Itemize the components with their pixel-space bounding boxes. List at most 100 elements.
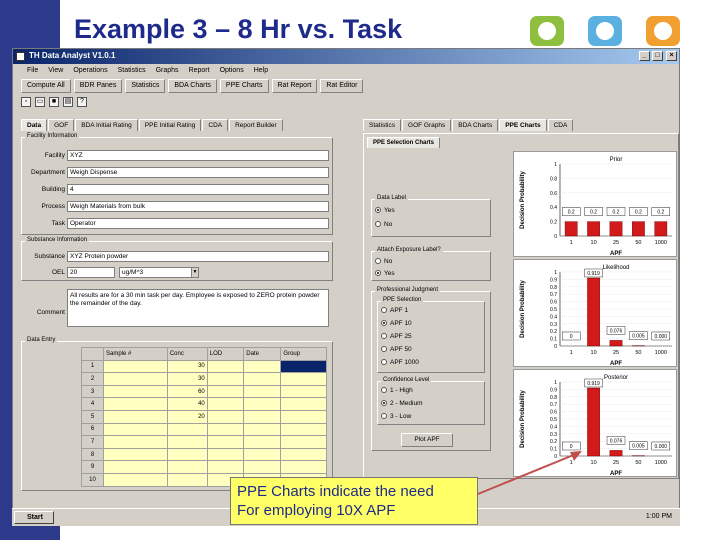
compute-all-button[interactable]: Compute All [21,79,71,93]
confidence-low-radio[interactable]: 3 - Low [381,413,411,420]
table-cell[interactable] [166,472,208,487]
table-cell[interactable] [206,447,245,462]
table-cell[interactable] [103,435,168,449]
data-label-yes-radio[interactable]: Yes [375,207,395,214]
menu-file[interactable]: File [27,67,38,78]
table-cell[interactable] [243,384,282,399]
table-cell[interactable] [206,460,245,474]
save-icon[interactable]: ■ [49,97,59,107]
table-cell[interactable] [206,384,245,399]
table-cell[interactable] [166,435,208,449]
statistics-button[interactable]: Statistics [125,79,166,93]
table-cell[interactable] [280,397,327,411]
department-field[interactable]: Weigh Dispense [67,167,329,178]
column-header[interactable]: Sample # [103,347,168,361]
table-cell[interactable]: 20 [166,409,208,424]
plot-apf-button[interactable]: Plot APF [401,433,453,447]
table-cell[interactable] [280,447,327,462]
attach-yes-radio[interactable]: Yes [375,270,395,277]
menu-report[interactable]: Report [189,67,210,78]
menu-graphs[interactable]: Graphs [156,67,179,78]
menu-statistics[interactable]: Statistics [118,67,146,78]
table-cell[interactable] [243,372,282,386]
table-cell[interactable] [206,359,245,374]
menu-view[interactable]: View [48,67,63,78]
apf-1-radio[interactable]: APF 1 [381,307,408,314]
open-icon[interactable]: ▭ [35,97,45,107]
tab-report-builder[interactable]: Report Builder [229,119,283,131]
table-cell[interactable]: 30 [166,372,208,386]
tab-cda-right[interactable]: CDA [547,119,574,131]
tab-gof-graphs[interactable]: GOF Graphs [402,119,452,131]
apf-50-radio[interactable]: APF 50 [381,346,412,353]
menu-options[interactable]: Options [220,67,244,78]
oel-field[interactable]: 20 [67,267,115,278]
table-cell[interactable] [206,372,245,386]
attach-no-radio[interactable]: No [375,258,392,265]
table-cell[interactable] [280,460,327,474]
close-icon[interactable]: × [666,51,677,61]
table-cell[interactable] [243,422,282,437]
tab-ppe-selection-charts[interactable]: PPE Selection Charts [367,137,441,148]
task-field[interactable]: Operator [67,218,329,229]
table-cell[interactable] [243,409,282,424]
table-cell[interactable] [166,460,208,474]
table-cell[interactable] [103,384,168,399]
tab-data[interactable]: Data [21,119,48,131]
table-cell[interactable] [103,460,168,474]
table-cell[interactable] [280,435,327,449]
minimize-icon[interactable]: _ [639,51,650,61]
print-icon[interactable]: ▤ [63,97,73,107]
table-cell[interactable]: 40 [166,397,208,411]
maximize-icon[interactable]: □ [652,51,663,61]
rat-editor-button[interactable]: Rat Editor [320,79,364,93]
table-cell[interactable] [103,397,168,411]
data-label-no-radio[interactable]: No [375,221,392,228]
menu-operations[interactable]: Operations [73,67,107,78]
table-cell[interactable] [243,460,282,474]
tab-bda-charts[interactable]: BDA Charts [452,119,499,131]
table-cell[interactable] [243,397,282,411]
tab-statistics[interactable]: Statistics [363,119,402,131]
table-cell[interactable] [280,384,327,399]
table-cell[interactable] [103,409,168,424]
table-cell[interactable] [243,447,282,462]
confidence-medium-radio[interactable]: 2 - Medium [381,400,423,407]
table-cell[interactable] [103,422,168,437]
table-cell[interactable] [166,447,208,462]
table-cell[interactable] [280,409,327,424]
table-cell[interactable] [243,359,282,374]
help-icon[interactable]: ? [77,97,87,107]
table-cell[interactable] [103,359,168,374]
column-header[interactable]: Date [243,347,282,361]
rat-report-button[interactable]: Rat Report [271,79,318,93]
bdr-panes-button[interactable]: BDR Panes [73,79,123,93]
comment-field[interactable]: All results are for a 30 min task per da… [67,289,329,327]
column-header[interactable]: LOD [206,347,245,361]
bda-charts-button[interactable]: BDA Charts [168,79,217,93]
table-cell[interactable] [206,435,245,449]
table-cell[interactable] [166,422,208,437]
table-cell[interactable]: 30 [166,359,208,374]
table-cell[interactable] [280,422,327,437]
tab-bda-initial-rating[interactable]: BDA Initial Rating [75,119,138,131]
tab-cda[interactable]: CDA [202,119,229,131]
column-header[interactable]: Group [280,347,327,361]
table-cell[interactable] [103,447,168,462]
table-cell[interactable] [103,472,168,487]
facility-field[interactable]: XYZ [67,150,329,161]
table-cell[interactable]: 60 [166,384,208,399]
tab-ppe-charts[interactable]: PPE Charts [499,119,547,131]
tab-ppe-initial-rating[interactable]: PPE Initial Rating [138,119,202,131]
confidence-high-radio[interactable]: 1 - High [381,387,413,394]
table-cell[interactable] [103,372,168,386]
table-cell[interactable] [243,435,282,449]
ppe-charts-button[interactable]: PPE Charts [219,79,269,93]
building-field[interactable]: 4 [67,184,329,195]
apf-25-radio[interactable]: APF 25 [381,333,412,340]
table-cell[interactable] [206,409,245,424]
table-cell[interactable] [206,422,245,437]
table-cell[interactable] [280,359,327,374]
oel-units-chevron-down-icon[interactable]: ▼ [191,267,199,278]
tab-gof[interactable]: GOF [48,119,75,131]
